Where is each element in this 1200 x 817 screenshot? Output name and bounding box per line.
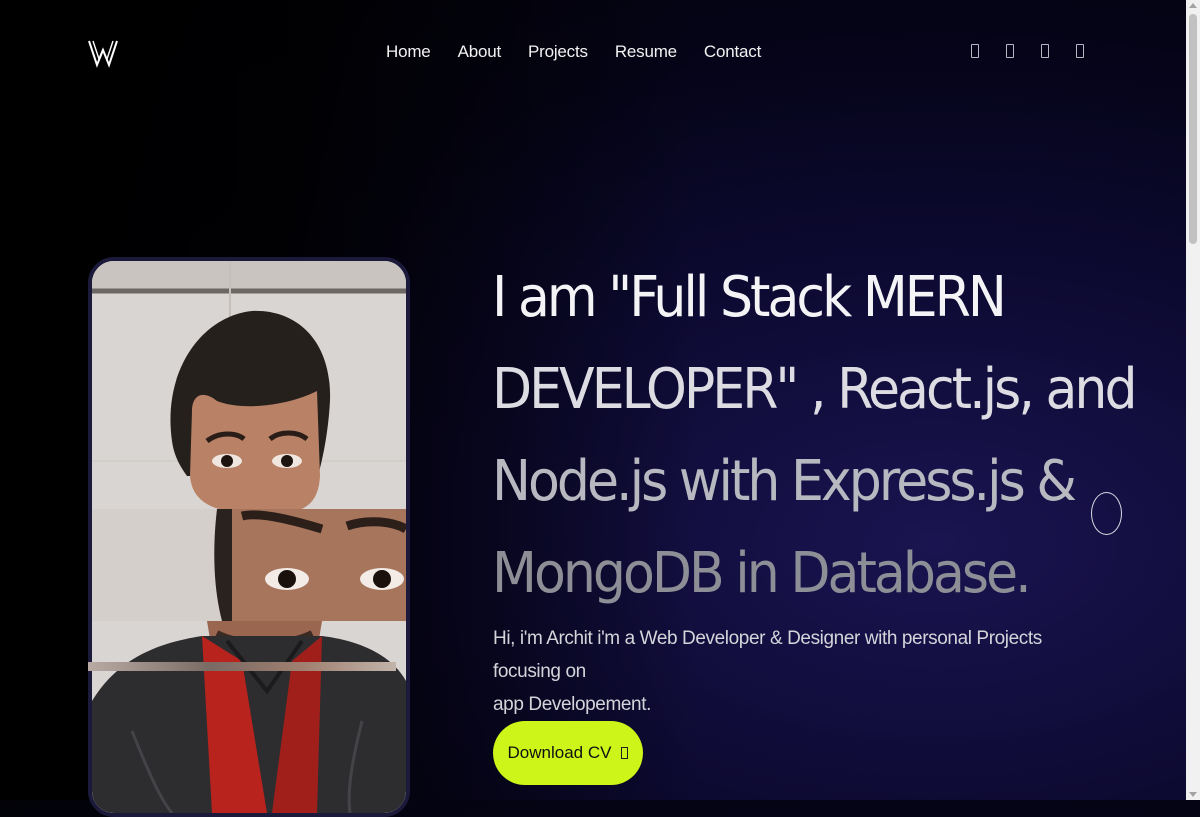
glitch-strip xyxy=(88,662,396,671)
nav-home[interactable]: Home xyxy=(386,42,431,62)
download-cv-label: Download CV xyxy=(507,743,612,762)
headline-line-2: DEVELOPER" , React.js, and xyxy=(492,357,1138,422)
cursor-ring xyxy=(1091,492,1122,535)
profile-photo xyxy=(88,257,410,817)
headline-line-3: Node.js with Express.js & xyxy=(492,449,1077,514)
social-icon-1[interactable] xyxy=(968,42,981,60)
download-icon xyxy=(621,747,629,759)
social-icon-2[interactable] xyxy=(1003,42,1016,60)
intro-line-2: app Developement. xyxy=(493,694,651,715)
top-navigation: Home About Projects Resume Contact xyxy=(0,0,1186,104)
social-icon-4[interactable] xyxy=(1073,42,1086,60)
hero-intro: Hi, i'm Archit i'm a Web Developer & Des… xyxy=(493,622,1093,721)
download-cv-button[interactable]: Download CV xyxy=(493,721,643,785)
profile-photo-image xyxy=(92,261,406,813)
social-icon-3[interactable] xyxy=(1038,42,1051,60)
nav-contact[interactable]: Contact xyxy=(704,42,761,62)
page-scrollbar[interactable] xyxy=(1186,0,1200,800)
nav-projects[interactable]: Projects xyxy=(528,42,588,62)
hero-headline: I am "Full Stack MERN DEVELOPER" , React… xyxy=(492,252,1138,620)
scrollbar-thumb[interactable] xyxy=(1189,14,1197,244)
nav-links: Home About Projects Resume Contact xyxy=(386,42,788,62)
headline-line-1: I am "Full Stack MERN xyxy=(492,265,1007,330)
scroll-down-arrow-icon[interactable] xyxy=(1189,792,1197,797)
scroll-up-arrow-icon[interactable] xyxy=(1189,3,1197,8)
headline-line-4: MongoDB in Database. xyxy=(492,541,1032,606)
nav-about[interactable]: About xyxy=(458,42,502,62)
logo-w-icon xyxy=(88,40,118,68)
logo[interactable] xyxy=(88,38,118,68)
nav-resume[interactable]: Resume xyxy=(615,42,677,62)
social-links xyxy=(968,42,1108,60)
intro-line-1: Hi, i'm Archit i'm a Web Developer & Des… xyxy=(493,628,1042,682)
